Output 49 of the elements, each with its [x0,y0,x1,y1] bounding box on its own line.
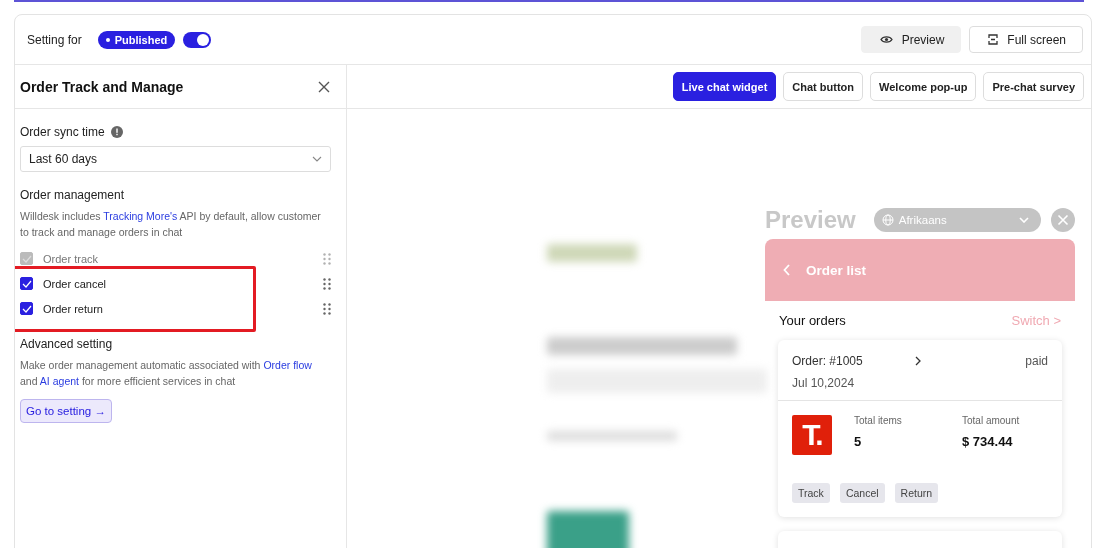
option-checkbox[interactable] [20,277,33,290]
panel-title: Order Track and Manage [20,78,184,95]
chevron-down-icon [1019,217,1029,223]
option-label: Order return [43,302,103,315]
drag-handle-icon[interactable] [323,252,331,265]
amount-label: Total amount [962,415,1021,426]
close-icon[interactable] [318,80,330,93]
advanced-title: Advanced setting [20,337,114,351]
order-status: paid [1025,354,1048,368]
management-title: Order management [20,188,126,202]
publish-toggle[interactable] [183,31,212,48]
info-icon [110,126,123,138]
management-description: Willdesk includes Tracking More's API by default, allow customer to track and manage orders in chat [20,209,322,240]
globe-icon [881,214,894,226]
chevron-down-icon [312,156,322,162]
tab[interactable]: Chat button [783,72,864,101]
tracking-more-link[interactable]: Tracking More's [103,210,178,222]
sync-time-label: Order sync time [20,125,105,139]
amount-value: $ 734.44 [962,434,1014,449]
advanced-description: Make order management automatic associated with Order flow and AI agent for more efficient services in chat [20,358,313,389]
order-action-button[interactable]: Cancel [839,483,885,503]
order-action-button[interactable]: Track [792,483,830,503]
link[interactable]: AI agent [39,375,79,387]
full-screen-button[interactable]: Full screen [969,26,1083,53]
status-badge: Published [97,30,176,49]
option-label: Order track [43,252,98,265]
setting-for-label: Setting for [27,32,82,47]
drag-handle-icon[interactable] [323,302,331,315]
tab[interactable]: Live chat widget [672,72,777,101]
orders-title: Your orders [779,313,846,328]
eye-icon [879,35,893,44]
order-date: Jul 10,2024 [792,376,856,390]
sync-time-select[interactable]: Last 60 days [20,146,331,172]
chevron-right-icon[interactable] [914,356,921,366]
drag-handle-icon[interactable] [323,277,331,290]
go-to-setting-button[interactable]: Go to setting → [20,399,112,423]
store-logo: T. [792,415,832,455]
order-number: Order: #1005 [792,354,863,368]
items-label: Total items [854,415,903,426]
option-checkbox[interactable] [20,302,33,315]
items-value: 5 [854,434,863,449]
tab[interactable]: Pre-chat survey [983,72,1084,101]
link[interactable]: Order flow [263,359,312,371]
order-action-button[interactable]: Return [894,483,939,503]
widget-title: Order list [806,262,867,278]
option-label: Order cancel [43,277,106,290]
preview-button[interactable]: Preview [860,26,962,53]
tab[interactable]: Welcome pop-up [870,72,977,101]
expand-icon [988,34,999,45]
